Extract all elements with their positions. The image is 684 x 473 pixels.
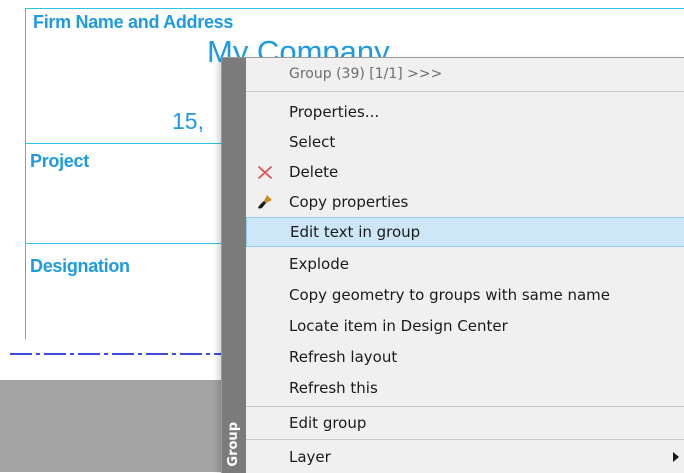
context-menu-items: Group (39) [1/1] >>> Properties... Selec…: [246, 58, 684, 473]
menu-item-select[interactable]: Select: [246, 127, 684, 157]
menu-header-label: Group (39) [1/1] >>>: [289, 66, 443, 82]
project-label: Project: [30, 151, 89, 171]
menu-item-label: Refresh this: [289, 379, 378, 397]
menu-item-locate-in-design-center[interactable]: Locate item in Design Center: [246, 311, 684, 341]
dash-dot-line: [10, 353, 240, 355]
context-menu-side-label: Group: [226, 422, 241, 467]
menu-header-group-cycle[interactable]: Group (39) [1/1] >>>: [246, 60, 684, 90]
menu-separator: [246, 91, 684, 92]
menu-item-copy-properties[interactable]: Copy properties: [246, 187, 684, 217]
address-text: 15,: [172, 108, 204, 134]
title-block-divider: [25, 243, 225, 244]
menu-item-label: Select: [289, 133, 336, 151]
menu-separator: [246, 406, 684, 407]
menu-item-layer[interactable]: Layer: [246, 442, 684, 472]
menu-item-label: Explode: [289, 255, 349, 273]
menu-item-label: Copy properties: [289, 193, 409, 211]
menu-item-label: Edit text in group: [290, 223, 421, 241]
submenu-arrow-icon: [673, 452, 679, 462]
menu-item-properties[interactable]: Properties...: [246, 97, 684, 127]
delete-x-icon: [256, 163, 274, 181]
menu-item-label: Layer: [289, 448, 331, 466]
menu-item-refresh-this[interactable]: Refresh this: [246, 373, 684, 403]
menu-item-label: Refresh layout: [289, 348, 398, 366]
menu-item-delete[interactable]: Delete: [246, 157, 684, 187]
menu-item-copy-geometry[interactable]: Copy geometry to groups with same name: [246, 280, 684, 310]
menu-item-label: Delete: [289, 163, 339, 181]
firm-name-label: Firm Name and Address: [33, 12, 234, 32]
menu-item-label: Locate item in Design Center: [289, 317, 508, 335]
menu-separator: [246, 439, 684, 440]
context-menu-side-strip: Group: [222, 58, 246, 473]
menu-item-refresh-layout[interactable]: Refresh layout: [246, 342, 684, 372]
context-menu: Group Group (39) [1/1] >>> Properties...…: [221, 57, 684, 473]
brush-icon: [256, 193, 274, 211]
menu-item-label: Properties...: [289, 103, 380, 121]
designation-label: Designation: [30, 256, 130, 276]
menu-item-edit-group[interactable]: Edit group: [246, 408, 684, 438]
menu-item-label: Edit group: [289, 414, 367, 432]
menu-item-explode[interactable]: Explode: [246, 249, 684, 279]
title-block-divider: [25, 143, 225, 144]
menu-item-label: Copy geometry to groups with same name: [289, 286, 610, 304]
menu-item-edit-text-in-group[interactable]: Edit text in group: [246, 217, 684, 247]
